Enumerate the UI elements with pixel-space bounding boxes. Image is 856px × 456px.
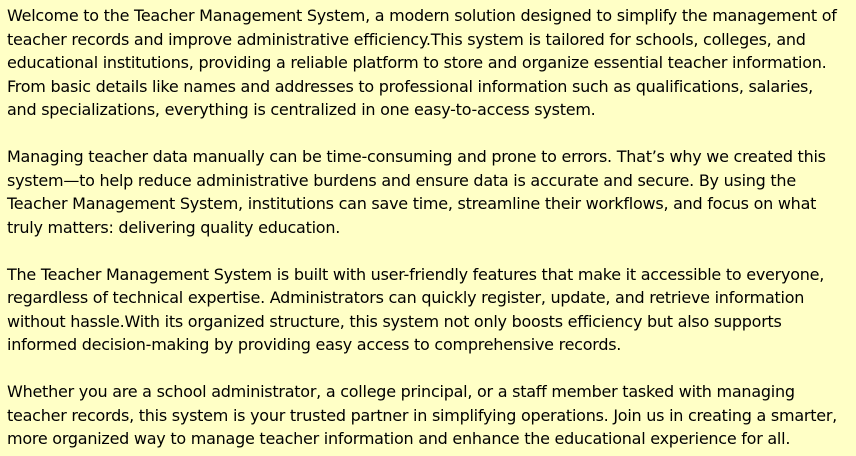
intro-paragraph: Welcome to the Teacher Management System… xyxy=(7,6,837,119)
purpose-paragraph: Managing teacher data manually can be ti… xyxy=(7,147,826,237)
about-page: Welcome to the Teacher Management System… xyxy=(0,0,856,456)
closing-paragraph: Whether you are a school administrator, … xyxy=(7,382,837,448)
features-paragraph: The Teacher Management System is built w… xyxy=(7,264,825,355)
